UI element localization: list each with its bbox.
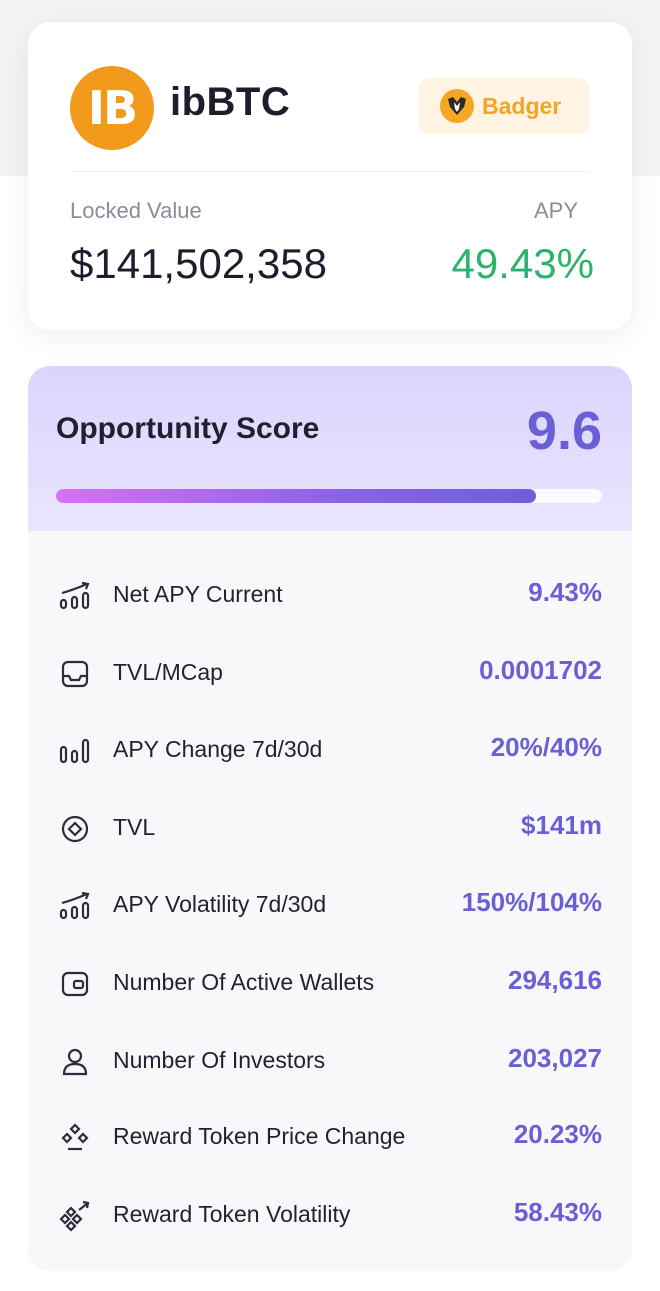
metric-row-active-wallets: Number Of Active Wallets 294,616 xyxy=(28,953,632,1031)
locked-value: $141,502,358 xyxy=(70,240,327,287)
metric-value: $141m xyxy=(521,810,602,840)
metric-row-investors: Number Of Investors 203,027 xyxy=(28,1031,632,1109)
user-icon xyxy=(58,1045,92,1079)
metric-label: Number Of Investors xyxy=(113,1047,326,1073)
metric-label: TVL xyxy=(113,814,156,840)
metric-label: Number Of Active Wallets xyxy=(113,969,375,995)
bar-columns-icon xyxy=(58,734,92,768)
metric-row-reward-volatility: Reward Token Volatility 58.43% xyxy=(28,1185,632,1263)
metric-row-apy-volatility: APY Volatility 7d/30d 150%/104% xyxy=(28,875,632,953)
token-summary-card: IB ibBTC Badger Locked Value APY $141,50… xyxy=(28,22,632,330)
trending-bars-icon xyxy=(58,579,92,613)
metric-value: 294,616 xyxy=(508,965,602,995)
metric-label: APY Volatility 7d/30d xyxy=(113,891,327,917)
metric-value: 9.43% xyxy=(528,577,602,607)
metric-row-tvl: TVL $141m xyxy=(28,798,632,876)
apy-value: 49.43% xyxy=(451,240,594,287)
score-header: Opportunity Score 9.6 xyxy=(28,366,632,531)
score-title: Opportunity Score xyxy=(56,412,320,445)
metric-label: Reward Token Volatility xyxy=(113,1201,351,1227)
metric-value: 0.0001702 xyxy=(479,655,602,685)
metric-value: 203,027 xyxy=(508,1043,602,1073)
metric-label: APY Change 7d/30d xyxy=(113,736,323,762)
metric-label: Reward Token Price Change xyxy=(113,1123,406,1149)
target-diamond-icon xyxy=(58,812,92,846)
divider xyxy=(70,171,590,172)
score-value: 9.6 xyxy=(526,401,602,461)
inbox-icon xyxy=(58,657,92,691)
apy-label: APY xyxy=(533,198,578,223)
opportunity-score-card: Opportunity Score 9.6 Net APY Current 9.… xyxy=(28,366,632,1271)
bitcoin-ib-icon: IB xyxy=(70,66,154,150)
protocol-badge[interactable]: Badger xyxy=(418,78,590,134)
metric-value: 150%/104% xyxy=(461,887,602,917)
metric-value: 20.23% xyxy=(513,1119,602,1149)
score-progress-fill xyxy=(56,489,537,503)
token-diamonds-trend-icon xyxy=(58,1199,92,1233)
locked-value-label: Locked Value xyxy=(70,198,202,223)
trending-bars-icon xyxy=(58,889,92,923)
metric-row-apy-change: APY Change 7d/30d 20%/40% xyxy=(28,720,632,798)
metric-row-tvl-mcap: TVL/MCap 0.0001702 xyxy=(28,643,632,721)
token-name: ibBTC xyxy=(170,80,291,124)
metric-row-reward-price-change: Reward Token Price Change 20.23% xyxy=(28,1107,632,1185)
token-logo-glyph: IB xyxy=(87,81,138,135)
metric-value: 58.43% xyxy=(513,1197,602,1227)
metric-label: TVL/MCap xyxy=(113,659,223,685)
metric-label: Net APY Current xyxy=(113,581,283,607)
score-progress-bar xyxy=(56,489,602,503)
badger-icon xyxy=(440,89,474,123)
metric-row-net-apy: Net APY Current 9.43% xyxy=(28,565,632,643)
token-diamonds-icon xyxy=(58,1121,92,1155)
metric-value: 20%/40% xyxy=(490,732,602,762)
protocol-name: Badger xyxy=(482,92,562,119)
wallet-icon xyxy=(58,967,92,1001)
